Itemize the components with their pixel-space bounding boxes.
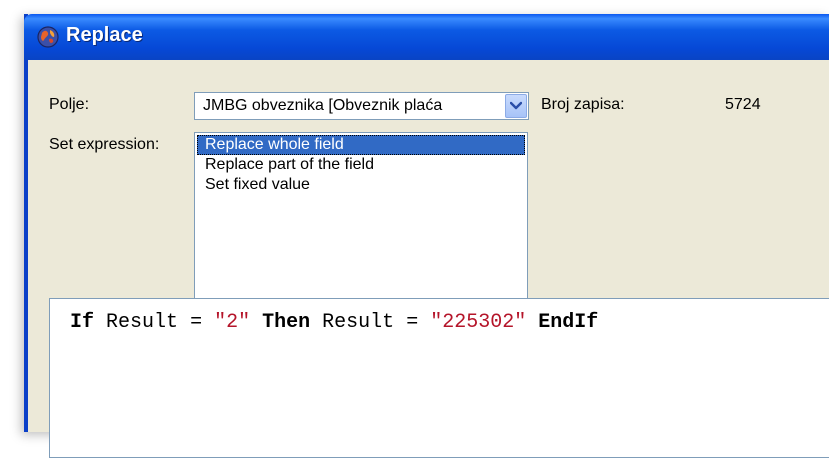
- field-select[interactable]: JMBG obveznika [Obveznik plaća: [194, 92, 529, 120]
- operator-equals: =: [190, 311, 203, 334]
- identifier-result: Result: [322, 311, 395, 334]
- keyword-endif: EndIf: [538, 311, 599, 334]
- chevron-down-icon: [510, 101, 522, 110]
- field-select-value: JMBG obveznika [Obveznik plaća: [203, 97, 443, 114]
- operator-equals: =: [406, 311, 419, 334]
- code-line: If Result = "2" Then Result = "225302" E…: [70, 311, 598, 334]
- expression-editor[interactable]: If Result = "2" Then Result = "225302" E…: [49, 298, 829, 458]
- record-count-value: 5724: [725, 96, 761, 113]
- identifier-result: Result: [106, 311, 179, 334]
- keyword-if: If: [70, 311, 95, 334]
- set-expression-list[interactable]: Replace whole field Replace part of the …: [194, 132, 528, 300]
- window-title: Replace: [66, 24, 143, 46]
- record-count-label: Broj zapisa:: [541, 96, 625, 113]
- title-bar[interactable]: Replace: [24, 14, 829, 60]
- replace-dialog: Replace Polje: JMBG obveznika [Obveznik …: [24, 14, 829, 458]
- list-item-set-fixed-value[interactable]: Set fixed value: [197, 175, 525, 195]
- keyword-then: Then: [262, 311, 311, 334]
- field-label: Polje:: [49, 96, 90, 113]
- string-literal: "2": [214, 311, 251, 334]
- globe-icon: [36, 25, 60, 49]
- dropdown-button[interactable]: [505, 94, 527, 118]
- string-literal: "225302": [430, 311, 527, 334]
- list-item-replace-whole-field[interactable]: Replace whole field: [197, 135, 525, 155]
- set-expression-label: Set expression:: [49, 136, 160, 153]
- list-item-replace-part-of-field[interactable]: Replace part of the field: [197, 155, 525, 175]
